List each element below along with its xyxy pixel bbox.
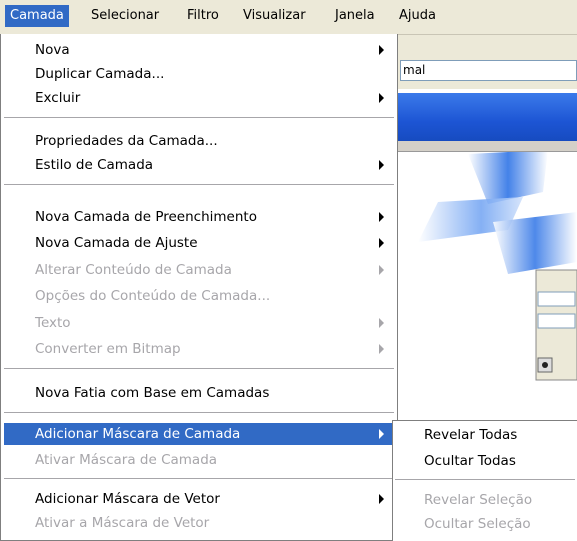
submenu-arrow-icon xyxy=(379,160,384,170)
menu-item-nova-camada-ajuste[interactable]: Nova Camada de Ajuste xyxy=(4,232,394,254)
submenu-arrow-icon xyxy=(379,318,384,328)
menu-item-label: Texto xyxy=(35,315,71,331)
canvas-ruler xyxy=(398,141,577,152)
menu-item-adicionar-mascara-vetor[interactable]: Adicionar Máscara de Vetor xyxy=(4,488,394,510)
menu-item-label: Nova Camada de Ajuste xyxy=(35,235,198,251)
submenu-arrow-icon xyxy=(379,494,384,504)
submenu-item-label: Revelar Todas xyxy=(424,427,518,443)
submenu-arrow-icon xyxy=(379,429,384,439)
menu-item-label: Nova Camada de Preenchimento xyxy=(35,209,257,225)
menu-item-ativar-mascara-vetor: Ativar a Máscara de Vetor xyxy=(4,512,394,534)
menu-item-label: Opções do Conteúdo de Camada... xyxy=(35,288,271,304)
menu-item-estilo-camada[interactable]: Estilo de Camada xyxy=(4,154,394,176)
menu-separator xyxy=(4,368,394,369)
menu-item-opcoes-conteudo: Opções do Conteúdo de Camada... xyxy=(4,285,394,307)
menu-item-ativar-mascara-camada: Ativar Máscara de Camada xyxy=(4,449,394,471)
menu-item-texto: Texto xyxy=(4,312,394,334)
layer-dropdown-menu: Nova Duplicar Camada... Excluir Propried… xyxy=(0,34,398,541)
menu-filtro[interactable]: Filtro xyxy=(182,5,224,27)
submenu-arrow-icon xyxy=(379,344,384,354)
menu-item-label: Ativar a Máscara de Vetor xyxy=(35,515,210,531)
menu-item-label: Nova xyxy=(35,42,70,58)
document-title-bar xyxy=(398,93,577,141)
layer-mask-submenu: Revelar Todas Ocultar Todas Revelar Sele… xyxy=(392,420,577,541)
menu-item-nova-fatia[interactable]: Nova Fatia com Base em Camadas xyxy=(4,382,394,404)
submenu-arrow-icon xyxy=(379,238,384,248)
menu-item-label: Adicionar Máscara de Camada xyxy=(35,426,241,442)
submenu-item-label: Revelar Seleção xyxy=(424,492,533,508)
menu-item-label: Excluir xyxy=(35,90,81,106)
submenu-arrow-icon xyxy=(379,45,384,55)
menu-separator xyxy=(4,117,394,118)
submenu-arrow-icon xyxy=(379,265,384,275)
menu-separator xyxy=(4,184,394,185)
menu-item-label: Adicionar Máscara de Vetor xyxy=(35,491,220,507)
menu-item-label: Propriedades da Camada... xyxy=(35,133,218,149)
menu-item-label: Nova Fatia com Base em Camadas xyxy=(35,385,270,401)
submenu-arrow-icon xyxy=(379,212,384,222)
menu-item-adicionar-mascara-camada[interactable]: Adicionar Máscara de Camada xyxy=(4,423,394,445)
submenu-item-revelar-selecao: Revelar Seleção xyxy=(395,489,575,511)
menu-separator xyxy=(4,478,394,479)
submenu-item-label: Ocultar Seleção xyxy=(424,516,531,532)
menu-item-label: Estilo de Camada xyxy=(35,157,154,173)
menu-camada[interactable]: Camada xyxy=(5,5,69,27)
menu-item-alterar-conteudo: Alterar Conteúdo de Camada xyxy=(4,259,394,281)
menu-item-nova[interactable]: Nova xyxy=(4,39,394,61)
menu-item-label: Ativar Máscara de Camada xyxy=(35,452,218,468)
blend-mode-field[interactable]: mal xyxy=(400,60,577,81)
menu-selecionar[interactable]: Selecionar xyxy=(86,5,164,27)
submenu-arrow-icon xyxy=(379,93,384,103)
submenu-item-ocultar-todas[interactable]: Ocultar Todas xyxy=(395,450,575,472)
menu-item-converter-bitmap: Converter em Bitmap xyxy=(4,338,394,360)
menu-ajuda[interactable]: Ajuda xyxy=(394,5,441,27)
submenu-separator xyxy=(395,479,575,480)
menu-janela[interactable]: Janela xyxy=(330,5,380,27)
submenu-item-label: Ocultar Todas xyxy=(424,453,516,469)
menu-item-nova-camada-preenchimento[interactable]: Nova Camada de Preenchimento xyxy=(4,206,394,228)
menu-item-label: Duplicar Camada... xyxy=(35,66,165,82)
menu-item-propriedades-camada[interactable]: Propriedades da Camada... xyxy=(4,130,394,152)
submenu-item-ocultar-selecao: Ocultar Seleção xyxy=(395,513,575,535)
menu-item-excluir[interactable]: Excluir xyxy=(4,87,394,109)
submenu-item-revelar-todas[interactable]: Revelar Todas xyxy=(395,424,575,446)
menubar: Camada Selecionar Filtro Visualizar Jane… xyxy=(0,0,577,35)
menu-item-duplicar-camada[interactable]: Duplicar Camada... xyxy=(4,63,394,85)
menu-separator xyxy=(4,412,394,413)
menu-visualizar[interactable]: Visualizar xyxy=(238,5,311,27)
menu-item-label: Alterar Conteúdo de Camada xyxy=(35,262,232,278)
menu-item-label: Converter em Bitmap xyxy=(35,341,181,357)
